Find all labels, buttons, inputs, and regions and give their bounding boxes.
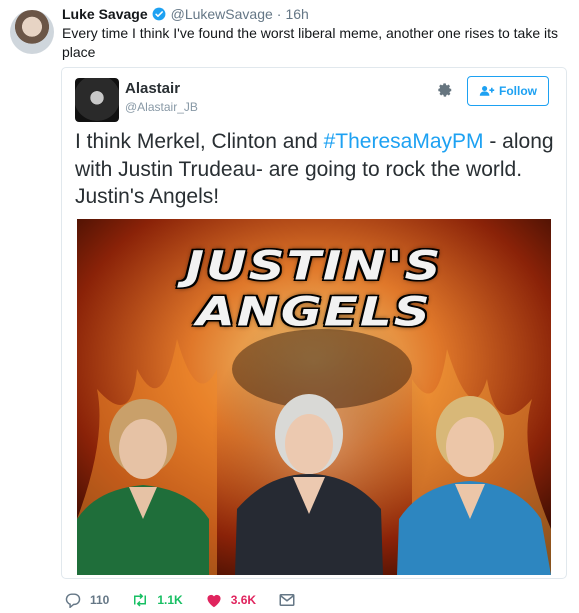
follow-label: Follow [499, 84, 537, 98]
tweet-actions: 110 1.1K 3.6K [64, 589, 326, 611]
quoted-tweet-text: I think Merkel, Clinton and #TheresaMayP… [75, 128, 555, 211]
quoted-author-name[interactable]: Alastair [125, 80, 180, 97]
message-icon [279, 594, 295, 606]
quoted-text-before: I think Merkel, Clinton and [75, 130, 324, 153]
tweet-timestamp[interactable]: 16h [285, 6, 308, 22]
separator-dot: · [276, 6, 282, 22]
like-button[interactable]: 3.6K [205, 592, 256, 608]
like-count: 3.6K [230, 593, 257, 607]
author-handle[interactable]: @LukewSavage [171, 6, 273, 22]
gear-icon[interactable] [437, 82, 453, 98]
reply-button[interactable]: 110 [64, 592, 109, 608]
meme-title-line1: JUSTIN'S [185, 242, 443, 290]
follow-button[interactable]: Follow [467, 76, 549, 106]
meme-image[interactable]: JUSTIN'S ANGELS [77, 219, 551, 575]
quoted-author-avatar[interactable] [75, 78, 119, 122]
hashtag-link[interactable]: #TheresaMayPM [324, 130, 484, 153]
reply-count: 110 [90, 593, 110, 607]
direct-message-button[interactable] [278, 592, 304, 608]
author-avatar[interactable] [10, 10, 54, 54]
meme-title-line2: ANGELS [196, 288, 432, 336]
tweet-text: Every time I think I've found the worst … [62, 25, 559, 60]
retweet-icon [134, 593, 147, 607]
retweet-count: 1.1K [157, 593, 183, 607]
author-name[interactable]: Luke Savage [62, 6, 148, 22]
retweet-button[interactable]: 1.1K [131, 592, 183, 608]
tweet-header: Luke Savage @LukewSavage · 16h [62, 5, 309, 23]
like-icon [207, 594, 221, 608]
quoted-author-handle[interactable]: @Alastair_JB [125, 100, 198, 114]
quoted-tweet[interactable]: Alastair @Alastair_JB Follow I think Mer… [61, 67, 567, 579]
follow-user-icon [479, 86, 495, 96]
verified-icon [152, 7, 166, 21]
reply-icon [65, 593, 81, 608]
